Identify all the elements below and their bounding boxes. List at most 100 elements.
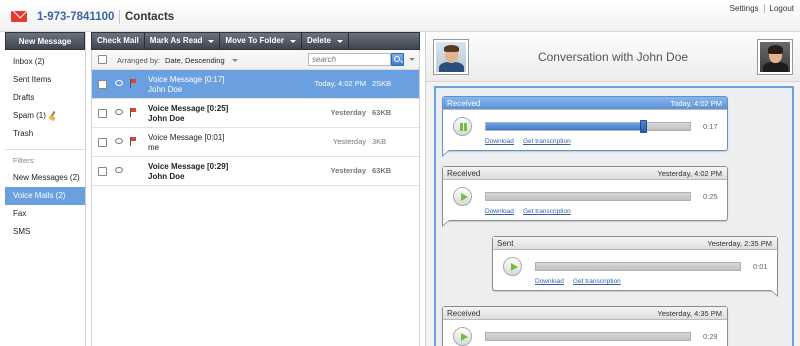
filter-new-messages[interactable]: New Messages (2) [5,169,85,187]
chevron-down-icon[interactable] [409,58,415,61]
sidebar-item-inbox[interactable]: Inbox (2) [5,53,85,71]
conversation-thread: Received Today, 4:02 PM 0:17 Download Ge… [434,86,794,346]
voice-message-bubble: Received Yesterday, 4:02 PM 0:25 Downloa… [442,166,728,227]
folder-sidebar: New Message Inbox (2) Sent Items Drafts … [5,32,86,346]
bubble-direction: Received [447,99,481,108]
pause-icon[interactable] [453,117,472,136]
new-message-button[interactable]: New Message [5,32,85,50]
row-checkbox[interactable] [98,109,107,118]
get-transcription-link[interactable]: Get transcription [523,208,571,215]
row-checkbox[interactable] [98,80,107,89]
conversation-title: Conversation with John Doe [537,50,689,64]
flag-icon[interactable] [130,79,136,88]
speech-bubble-icon [115,167,123,173]
sidebar-item-trash[interactable]: Trash [5,125,85,143]
flag-icon[interactable] [130,108,136,117]
conversation-header: Conversation with John Doe [426,32,800,82]
sidebar-item-drafts[interactable]: Drafts [5,89,85,107]
mark-as-read-button[interactable]: Mark As Read [145,33,221,49]
message-size: 3KB [372,137,387,146]
message-date: Yesterday [332,137,366,146]
mark-as-read-label: Mark As Read [149,36,203,45]
audio-duration: 0:17 [703,122,718,131]
message-subject: Voice Message [0:01] [148,133,225,142]
chevron-down-icon[interactable] [232,59,238,62]
audio-duration: 0:25 [703,192,718,201]
check-mail-label: Check Mail [97,36,139,45]
sidebar-item-spam-label: Spam (1) [13,111,46,120]
move-to-folder-button[interactable]: Move To Folder [220,33,302,49]
search-icon[interactable] [391,53,404,66]
arranged-by-select[interactable]: Date, Descending [165,56,225,65]
sidebar-item-sent[interactable]: Sent Items [5,71,85,89]
sidebar-item-spam[interactable]: Spam (1) [5,107,85,125]
audio-progress-bar[interactable] [485,120,691,133]
filter-voice-mails[interactable]: Voice Mails (2) [5,187,85,205]
filter-sms[interactable]: SMS [5,223,85,241]
bubble-timestamp: Yesterday, 4:35 PM [657,309,722,318]
message-date: Today, 4:02 PM [314,79,366,88]
bubble-timestamp: Yesterday, 4:02 PM [657,169,722,178]
download-link[interactable]: Download [485,208,514,215]
table-row[interactable]: Voice Message [0:17] John Doe Today, 4:0… [92,70,419,99]
envelope-logo-icon [11,11,27,22]
message-subject: Voice Message [0:25] [148,104,229,113]
phone-number: 1-973-7841100 [37,11,115,23]
user-photo [760,42,790,72]
check-mail-button[interactable]: Check Mail [92,33,145,49]
message-sender: John Doe [148,114,185,123]
bubble-tail [442,150,450,157]
select-all-checkbox[interactable] [98,55,107,64]
audio-duration: 0:01 [753,262,768,271]
settings-link[interactable]: Settings [730,4,759,13]
speech-bubble-icon [115,109,123,115]
message-sender: John Doe [148,172,185,181]
search-input[interactable] [308,53,391,66]
row-checkbox[interactable] [98,167,107,176]
message-list: Arranged by: Date, Descending Voice Mess… [91,50,420,346]
avatar [757,39,793,75]
bubble-header: Received Today, 4:02 PM [443,97,727,110]
audio-progress-bar[interactable] [535,262,741,271]
message-subject: Voice Message [0:17] [148,75,225,84]
play-icon[interactable] [503,257,522,276]
sidebar-divider [5,149,85,150]
bubble-timestamp: Today, 4:02 PM [670,99,722,108]
download-link[interactable]: Download [485,138,514,145]
flag-icon[interactable] [130,137,136,146]
row-checkbox[interactable] [98,138,107,147]
audio-progress-bar[interactable] [485,192,691,201]
filters-label: Filters: [13,156,36,165]
get-transcription-link[interactable]: Get transcription [523,138,571,145]
filter-fax[interactable]: Fax [5,205,85,223]
chevron-down-icon [289,39,296,43]
audio-progress-bar[interactable] [485,332,691,341]
voice-message-bubble: Received Yesterday, 4:35 PM 0:29 [442,306,728,346]
table-row[interactable]: Voice Message [0:29] John Doe Yesterday … [92,157,419,186]
voice-message-bubble: Sent Yesterday, 2:35 PM 0:01 Download Ge… [492,236,778,297]
message-size: 2SKB [372,79,392,88]
chevron-down-icon [208,39,215,43]
conversation-panel: Conversation with John Doe Received Toda… [425,32,800,346]
delete-label: Delete [306,36,331,45]
message-subject: Voice Message [0:29] [148,162,229,171]
broom-icon[interactable] [49,112,57,120]
table-row[interactable]: Voice Message [0:25] John Doe Yesterday … [92,99,419,128]
table-row[interactable]: Voice Message [0:01] me Yesterday 3KB [92,128,419,157]
bubble-header: Received Yesterday, 4:02 PM [443,167,727,180]
message-size: 63KB [372,108,392,117]
download-link[interactable]: Download [535,278,564,285]
message-sender: me [148,143,160,152]
bubble-direction: Received [447,309,481,318]
contacts-link[interactable]: Contacts [125,11,174,23]
header-divider [119,10,120,24]
play-icon[interactable] [453,187,472,206]
get-transcription-link[interactable]: Get transcription [573,278,621,285]
delete-button[interactable]: Delete [302,33,349,49]
voice-message-bubble: Received Today, 4:02 PM 0:17 Download Ge… [442,96,728,157]
audio-scrub-handle[interactable] [640,120,648,133]
play-icon[interactable] [453,327,472,346]
audio-duration: 0:29 [703,332,718,341]
audio-progress-fill [486,123,644,130]
logout-link[interactable]: Logout [770,4,794,13]
